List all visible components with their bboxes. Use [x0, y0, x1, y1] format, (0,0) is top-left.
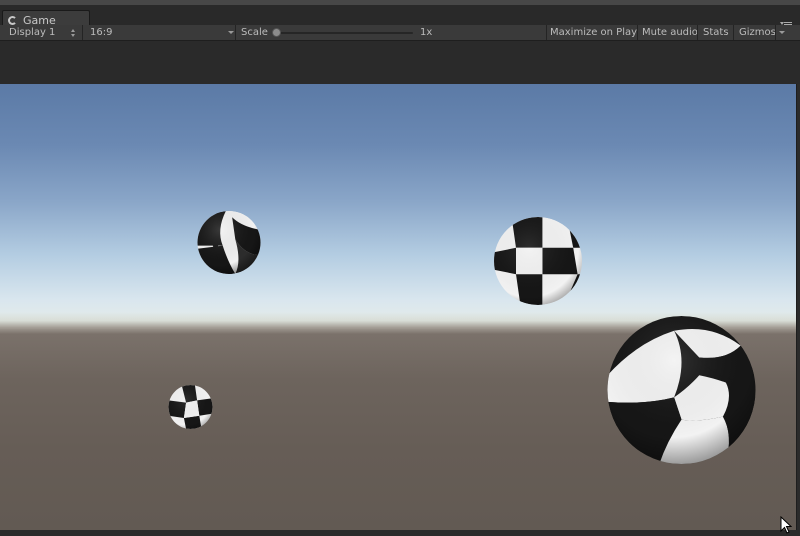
- skybox: [0, 84, 796, 329]
- display-dropdown[interactable]: Display 1: [9, 25, 55, 40]
- scale-slider-thumb[interactable]: [272, 28, 281, 37]
- unity-game-icon: [8, 16, 17, 25]
- scale-slider[interactable]: [276, 32, 413, 34]
- checkered-sphere: [594, 316, 769, 464]
- tab-strip: Game: [0, 0, 800, 30]
- scale-label: Scale: [241, 27, 268, 38]
- aspect-dropdown[interactable]: 16:9: [90, 25, 112, 40]
- checkered-sphere: [492, 217, 584, 305]
- gizmos-chevron-down-icon[interactable]: [779, 31, 785, 34]
- viewport-bottom-edge: [0, 530, 800, 536]
- checkered-sphere: [167, 385, 214, 429]
- chevron-down-icon: [228, 31, 234, 34]
- game-viewport[interactable]: [0, 84, 797, 530]
- updown-arrow-icon: [71, 29, 75, 37]
- display-label: Display 1: [9, 27, 56, 38]
- checkered-sphere: [195, 211, 263, 274]
- toolbar-gap: [0, 41, 800, 84]
- aspect-label: 16:9: [90, 27, 113, 38]
- stats-toggle[interactable]: Stats: [703, 25, 729, 40]
- gizmos-dropdown[interactable]: Gizmos: [739, 25, 776, 40]
- maximize-on-play-toggle[interactable]: Maximize on Play: [550, 25, 637, 40]
- game-toolbar: Display 1 16:9 Scale 1x Maximize on Play…: [0, 25, 800, 41]
- scale-value: 1x: [420, 27, 433, 38]
- mute-audio-toggle[interactable]: Mute audio: [642, 25, 698, 40]
- mouse-cursor-icon: [780, 516, 792, 534]
